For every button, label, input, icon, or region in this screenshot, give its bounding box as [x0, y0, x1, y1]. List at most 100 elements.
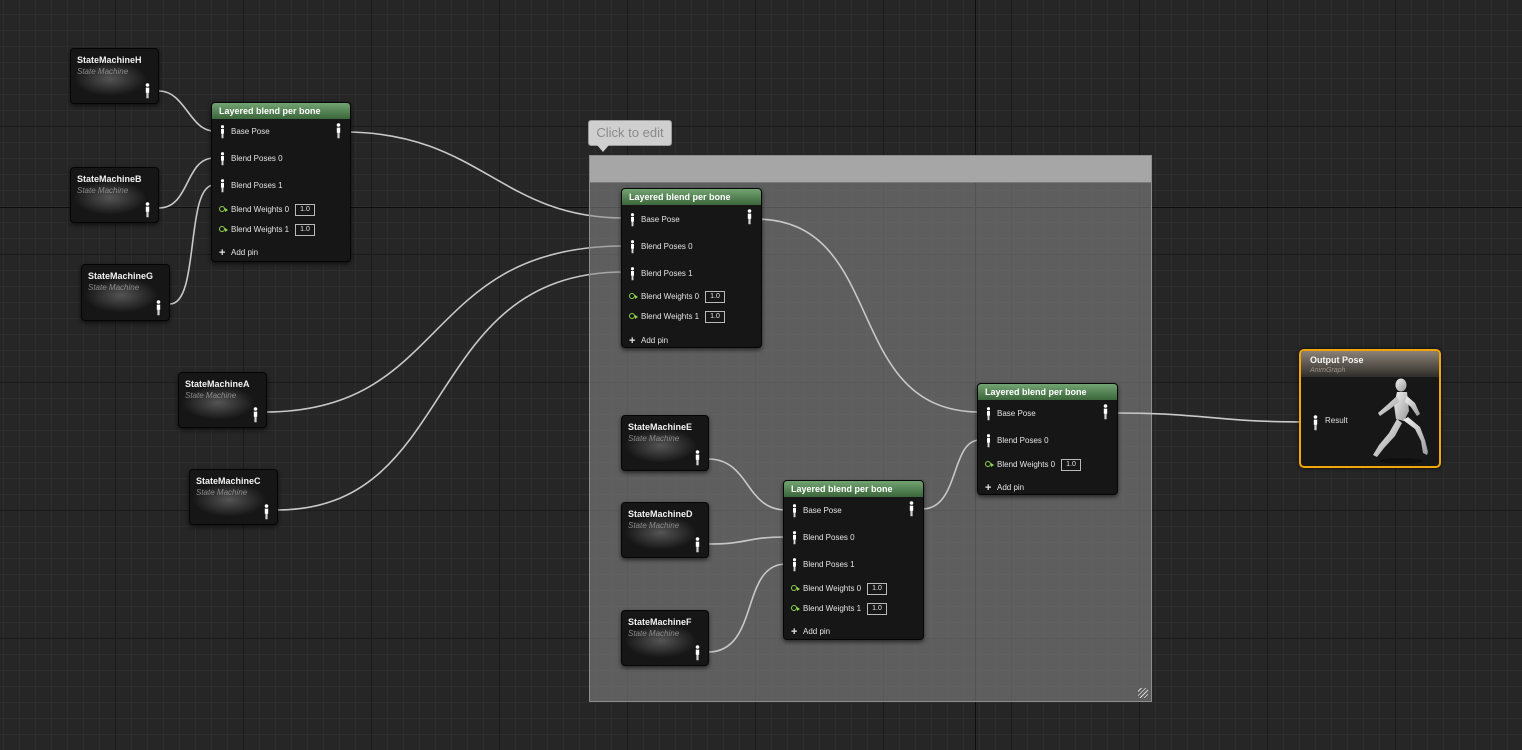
pose-input-pin-icon[interactable] — [791, 531, 798, 545]
node-title: StateMachineF — [628, 617, 692, 627]
pose-input-pin-icon[interactable] — [791, 504, 798, 518]
node-title: StateMachineD — [628, 509, 693, 519]
blend-poses-1-label: Blend Poses 1 — [641, 269, 693, 278]
state-machine-node-h[interactable]: StateMachineH State Machine — [70, 48, 159, 104]
pose-output-pin-icon[interactable] — [694, 537, 701, 553]
output-pose-node[interactable]: Output Pose AnimGraph Result — [1299, 349, 1441, 468]
float-pin-icon[interactable] — [629, 313, 638, 319]
blend-weight-1-input[interactable]: 1.0 — [705, 311, 725, 323]
running-mannequin-icon — [1373, 378, 1428, 464]
node-title: Layered blend per bone — [212, 103, 350, 119]
state-machine-node-g[interactable]: StateMachineG State Machine — [81, 264, 170, 321]
wire-g-to-blend1-poses1[interactable] — [169, 184, 215, 305]
blend-weight-0-input[interactable]: 1.0 — [295, 204, 315, 216]
pose-input-pin-icon[interactable] — [629, 213, 636, 227]
pose-output-pin-icon[interactable] — [335, 123, 342, 139]
comment-resize-handle[interactable] — [1138, 688, 1148, 698]
pose-output-pin-icon[interactable] — [908, 501, 915, 517]
node-title: StateMachineH — [77, 55, 142, 65]
blend-poses-0-label: Blend Poses 0 — [997, 436, 1049, 445]
add-pin-label: Add pin — [997, 483, 1025, 492]
state-machine-node-b[interactable]: StateMachineB State Machine — [70, 167, 159, 223]
layered-blend-node-3[interactable]: Layered blend per bone Base Pose Blend P… — [783, 480, 924, 640]
float-pin-icon[interactable] — [985, 461, 994, 467]
blend-weight-0-input[interactable]: 1.0 — [867, 583, 887, 595]
comment-edit-bubble[interactable]: Click to edit — [588, 120, 672, 152]
base-pose-label: Base Pose — [997, 409, 1036, 418]
state-machine-node-e[interactable]: StateMachineE State Machine — [621, 415, 709, 471]
output-pose-title: Output Pose — [1310, 355, 1364, 365]
result-label: Result — [1325, 416, 1348, 425]
plus-icon: + — [219, 247, 226, 259]
node-title: Layered blend per bone — [622, 189, 761, 205]
float-pin-icon[interactable] — [629, 293, 638, 299]
node-subtitle: State Machine — [628, 521, 680, 530]
layered-blend-node-4[interactable]: Layered blend per bone Base Pose Blend P… — [977, 383, 1118, 495]
pose-input-pin-icon[interactable] — [791, 558, 798, 572]
pose-input-pin-icon[interactable] — [219, 125, 226, 139]
layered-blend-node-2[interactable]: Layered blend per bone Base Pose Blend P… — [621, 188, 762, 348]
state-machine-node-d[interactable]: StateMachineD State Machine — [621, 502, 709, 558]
pose-output-pin-icon[interactable] — [263, 504, 270, 520]
state-machine-node-a[interactable]: StateMachineA State Machine — [178, 372, 267, 428]
node-subtitle: State Machine — [88, 283, 140, 292]
pose-output-pin-icon[interactable] — [144, 202, 151, 218]
float-pin-icon[interactable] — [219, 206, 228, 212]
pose-output-pin-icon[interactable] — [155, 300, 162, 316]
node-subtitle: State Machine — [628, 434, 680, 443]
pose-input-pin-icon[interactable] — [629, 267, 636, 281]
blend-weights-0-label: Blend Weights 0 — [803, 584, 862, 593]
pose-output-pin-icon[interactable] — [1102, 404, 1109, 420]
add-pin-label: Add pin — [803, 627, 831, 636]
float-pin-icon[interactable] — [791, 605, 800, 611]
pose-input-pin-icon[interactable] — [629, 240, 636, 254]
pose-input-pin-icon[interactable] — [219, 152, 226, 166]
pose-output-pin-icon[interactable] — [694, 645, 701, 661]
float-pin-icon[interactable] — [219, 226, 228, 232]
base-pose-label: Base Pose — [231, 127, 270, 136]
output-pose-subtitle: AnimGraph — [1310, 367, 1346, 374]
blend-weight-0-input[interactable]: 1.0 — [705, 291, 725, 303]
blend-weight-0-input[interactable]: 1.0 — [1061, 459, 1081, 471]
base-pose-label: Base Pose — [803, 506, 842, 515]
blend-weight-1-input[interactable]: 1.0 — [295, 224, 315, 236]
layered-blend-node-1[interactable]: Layered blend per bone Base Pose Blend P… — [211, 102, 351, 262]
pose-input-pin-icon[interactable] — [985, 407, 992, 421]
pose-input-pin-icon[interactable] — [985, 434, 992, 448]
blend-poses-0-label: Blend Poses 0 — [803, 533, 855, 542]
state-machine-node-c[interactable]: StateMachineC State Machine — [189, 469, 278, 525]
blend-weights-0-label: Blend Weights 0 — [997, 460, 1056, 469]
blend-poses-1-label: Blend Poses 1 — [803, 560, 855, 569]
add-pin-label: Add pin — [231, 248, 259, 257]
blend-poses-1-label: Blend Poses 1 — [231, 181, 283, 190]
node-title: Layered blend per bone — [784, 481, 923, 497]
node-subtitle: State Machine — [185, 391, 237, 400]
comment-header[interactable] — [590, 156, 1151, 183]
result-pose-pin-icon[interactable] — [1312, 415, 1319, 431]
pose-output-pin-icon[interactable] — [694, 450, 701, 466]
plus-icon: + — [985, 482, 992, 494]
node-subtitle: State Machine — [196, 488, 248, 497]
node-title: StateMachineG — [88, 271, 154, 281]
pose-output-pin-icon[interactable] — [144, 83, 151, 99]
blend-weights-1-label: Blend Weights 1 — [231, 225, 290, 234]
wire-h-to-blend1-base[interactable] — [158, 90, 215, 132]
output-pose-header: Output Pose AnimGraph — [1301, 351, 1439, 377]
blend-weights-1-label: Blend Weights 1 — [641, 312, 700, 321]
blend-weight-1-input[interactable]: 1.0 — [867, 603, 887, 615]
node-title: StateMachineA — [185, 379, 250, 389]
blend-poses-0-label: Blend Poses 0 — [231, 154, 283, 163]
node-title: StateMachineC — [196, 476, 261, 486]
wire-blend1-to-blend2-base[interactable] — [343, 131, 625, 219]
node-title: Layered blend per bone — [978, 384, 1117, 400]
state-machine-node-f[interactable]: StateMachineF State Machine — [621, 610, 709, 666]
pose-input-pin-icon[interactable] — [219, 179, 226, 193]
add-pin-label: Add pin — [641, 336, 669, 345]
wire-b-to-blend1-poses0[interactable] — [158, 157, 215, 209]
pose-output-pin-icon[interactable] — [252, 407, 259, 423]
plus-icon: + — [629, 335, 636, 347]
pose-output-pin-icon[interactable] — [746, 209, 753, 225]
wire-c-to-blend2-poses1[interactable] — [276, 271, 625, 511]
node-title: StateMachineB — [77, 174, 142, 184]
float-pin-icon[interactable] — [791, 585, 800, 591]
